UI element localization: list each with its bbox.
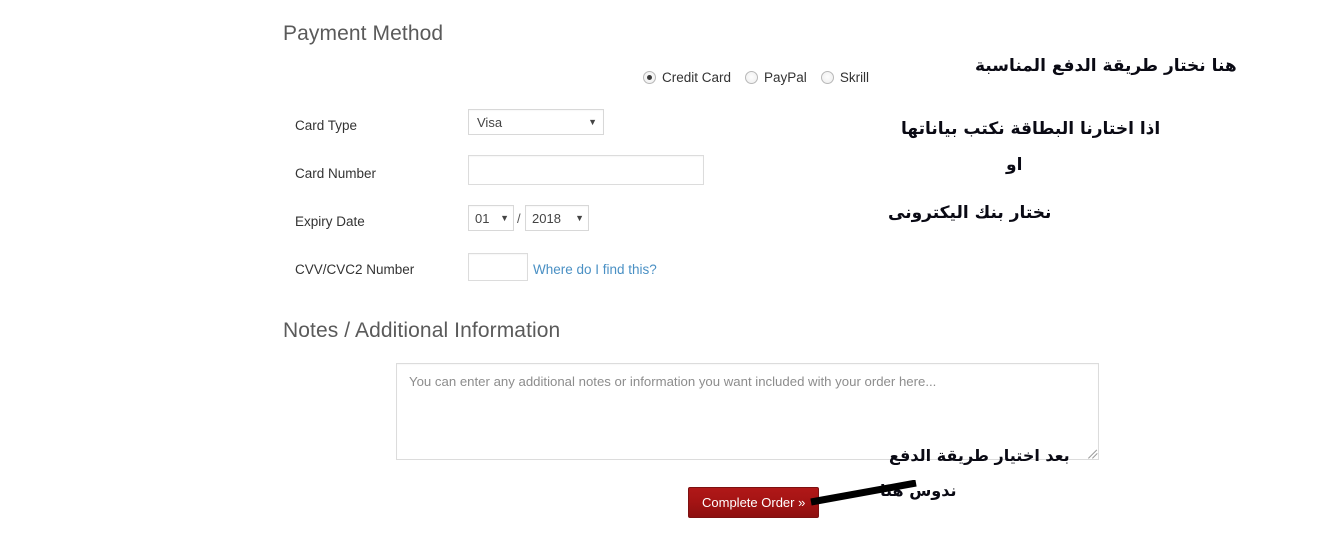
annotation-choose-payment-method: هنا نختار طريقة الدفع المناسبة (975, 56, 1237, 76)
radio-icon-credit-card[interactable] (643, 71, 656, 84)
select-expiry-year[interactable]: 2018 ▼ (525, 205, 589, 231)
annotation-after-choosing-payment: بعد اختيار طريقة الدفع (889, 446, 1070, 465)
link-where-do-i-find-this[interactable]: Where do I find this? (533, 262, 657, 277)
select-expiry-month-value: 01 (475, 211, 489, 226)
radio-option-paypal[interactable]: PayPal (745, 70, 807, 85)
input-cvv-number[interactable] (468, 253, 528, 281)
complete-order-button[interactable]: Complete Order » (688, 487, 819, 518)
expiry-separator: / (517, 211, 521, 226)
checkout-payment-page: Payment Method Credit Card PayPal Skrill… (0, 0, 1342, 552)
label-cvv-number: CVV/CVC2 Number (295, 262, 414, 277)
select-card-type[interactable]: Visa ▼ (468, 109, 604, 135)
radio-option-skrill[interactable]: Skrill (821, 70, 869, 85)
input-card-number[interactable] (468, 155, 704, 185)
annotation-press-here: ندوس هنا (880, 481, 956, 500)
label-card-number: Card Number (295, 166, 376, 181)
select-expiry-year-value: 2018 (532, 211, 561, 226)
payment-method-radio-group: Credit Card PayPal Skrill (643, 70, 869, 85)
chevron-down-icon: ▼ (500, 214, 509, 223)
radio-option-credit-card[interactable]: Credit Card (643, 70, 731, 85)
label-card-type: Card Type (295, 118, 357, 133)
page-title-notes: Notes / Additional Information (283, 319, 560, 343)
annotation-or: او (1006, 155, 1022, 175)
radio-icon-paypal[interactable] (745, 71, 758, 84)
radio-icon-skrill[interactable] (821, 71, 834, 84)
radio-label-paypal: PayPal (764, 70, 807, 85)
label-expiry-date: Expiry Date (295, 214, 365, 229)
page-title-payment-method: Payment Method (283, 22, 443, 46)
annotation-card-details: اذا اختارنا البطاقة نكتب بياناتها (901, 119, 1160, 139)
radio-label-skrill: Skrill (840, 70, 869, 85)
annotation-electronic-bank: نختار بنك اليكترونى (888, 203, 1051, 223)
select-expiry-month[interactable]: 01 ▼ (468, 205, 514, 231)
radio-label-credit-card: Credit Card (662, 70, 731, 85)
select-card-type-value: Visa (477, 115, 502, 130)
chevron-down-icon: ▼ (575, 214, 584, 223)
chevron-down-icon: ▼ (588, 118, 597, 127)
